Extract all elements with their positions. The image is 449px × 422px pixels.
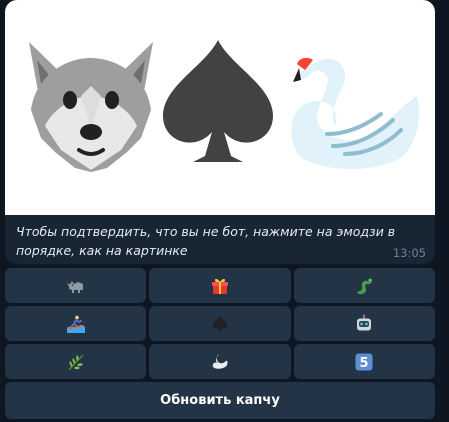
message-time: 13:05	[392, 246, 426, 260]
robot-emoji-button[interactable]	[293, 306, 435, 341]
spade-icon	[212, 315, 227, 331]
captcha-instructions: Чтобы подтвердить, что вы не бот, нажмит…	[16, 224, 396, 258]
gift-icon	[211, 278, 228, 294]
gift-emoji-button[interactable]	[149, 268, 291, 303]
spade-icon	[163, 40, 273, 162]
refresh-captcha-button[interactable]: Обновить капчу	[5, 382, 435, 419]
keycap-digit: 5	[360, 356, 369, 371]
keyboard-row: Обновить капчу	[5, 382, 435, 419]
swan-icon	[291, 57, 419, 169]
captcha-image	[5, 0, 435, 215]
keycap-5-icon: 5	[355, 353, 373, 371]
person-surfing-icon	[66, 315, 85, 333]
person-surfing-emoji-button[interactable]	[5, 306, 147, 341]
dragon-emoji-button[interactable]	[293, 268, 435, 303]
message-bubble: Чтобы подтвердить, что вы не бот, нажмит…	[5, 0, 435, 264]
herb-emoji-button[interactable]	[5, 344, 147, 379]
rhino-icon	[66, 280, 83, 293]
rhino-emoji-button[interactable]	[5, 268, 147, 303]
keyboard-row: 5	[5, 344, 435, 379]
wolf-icon	[29, 42, 153, 172]
swan-icon	[212, 354, 228, 369]
swan-emoji-button[interactable]	[149, 344, 291, 379]
keycap-5-emoji-button[interactable]: 5	[293, 344, 435, 379]
herb-icon	[68, 354, 84, 370]
inline-keyboard: 5 Обновить капчу	[5, 268, 435, 422]
robot-icon	[357, 314, 372, 330]
keyboard-row	[5, 268, 435, 303]
dragon-icon	[357, 277, 373, 294]
keyboard-row	[5, 306, 435, 341]
spade-emoji-button[interactable]	[149, 306, 291, 341]
